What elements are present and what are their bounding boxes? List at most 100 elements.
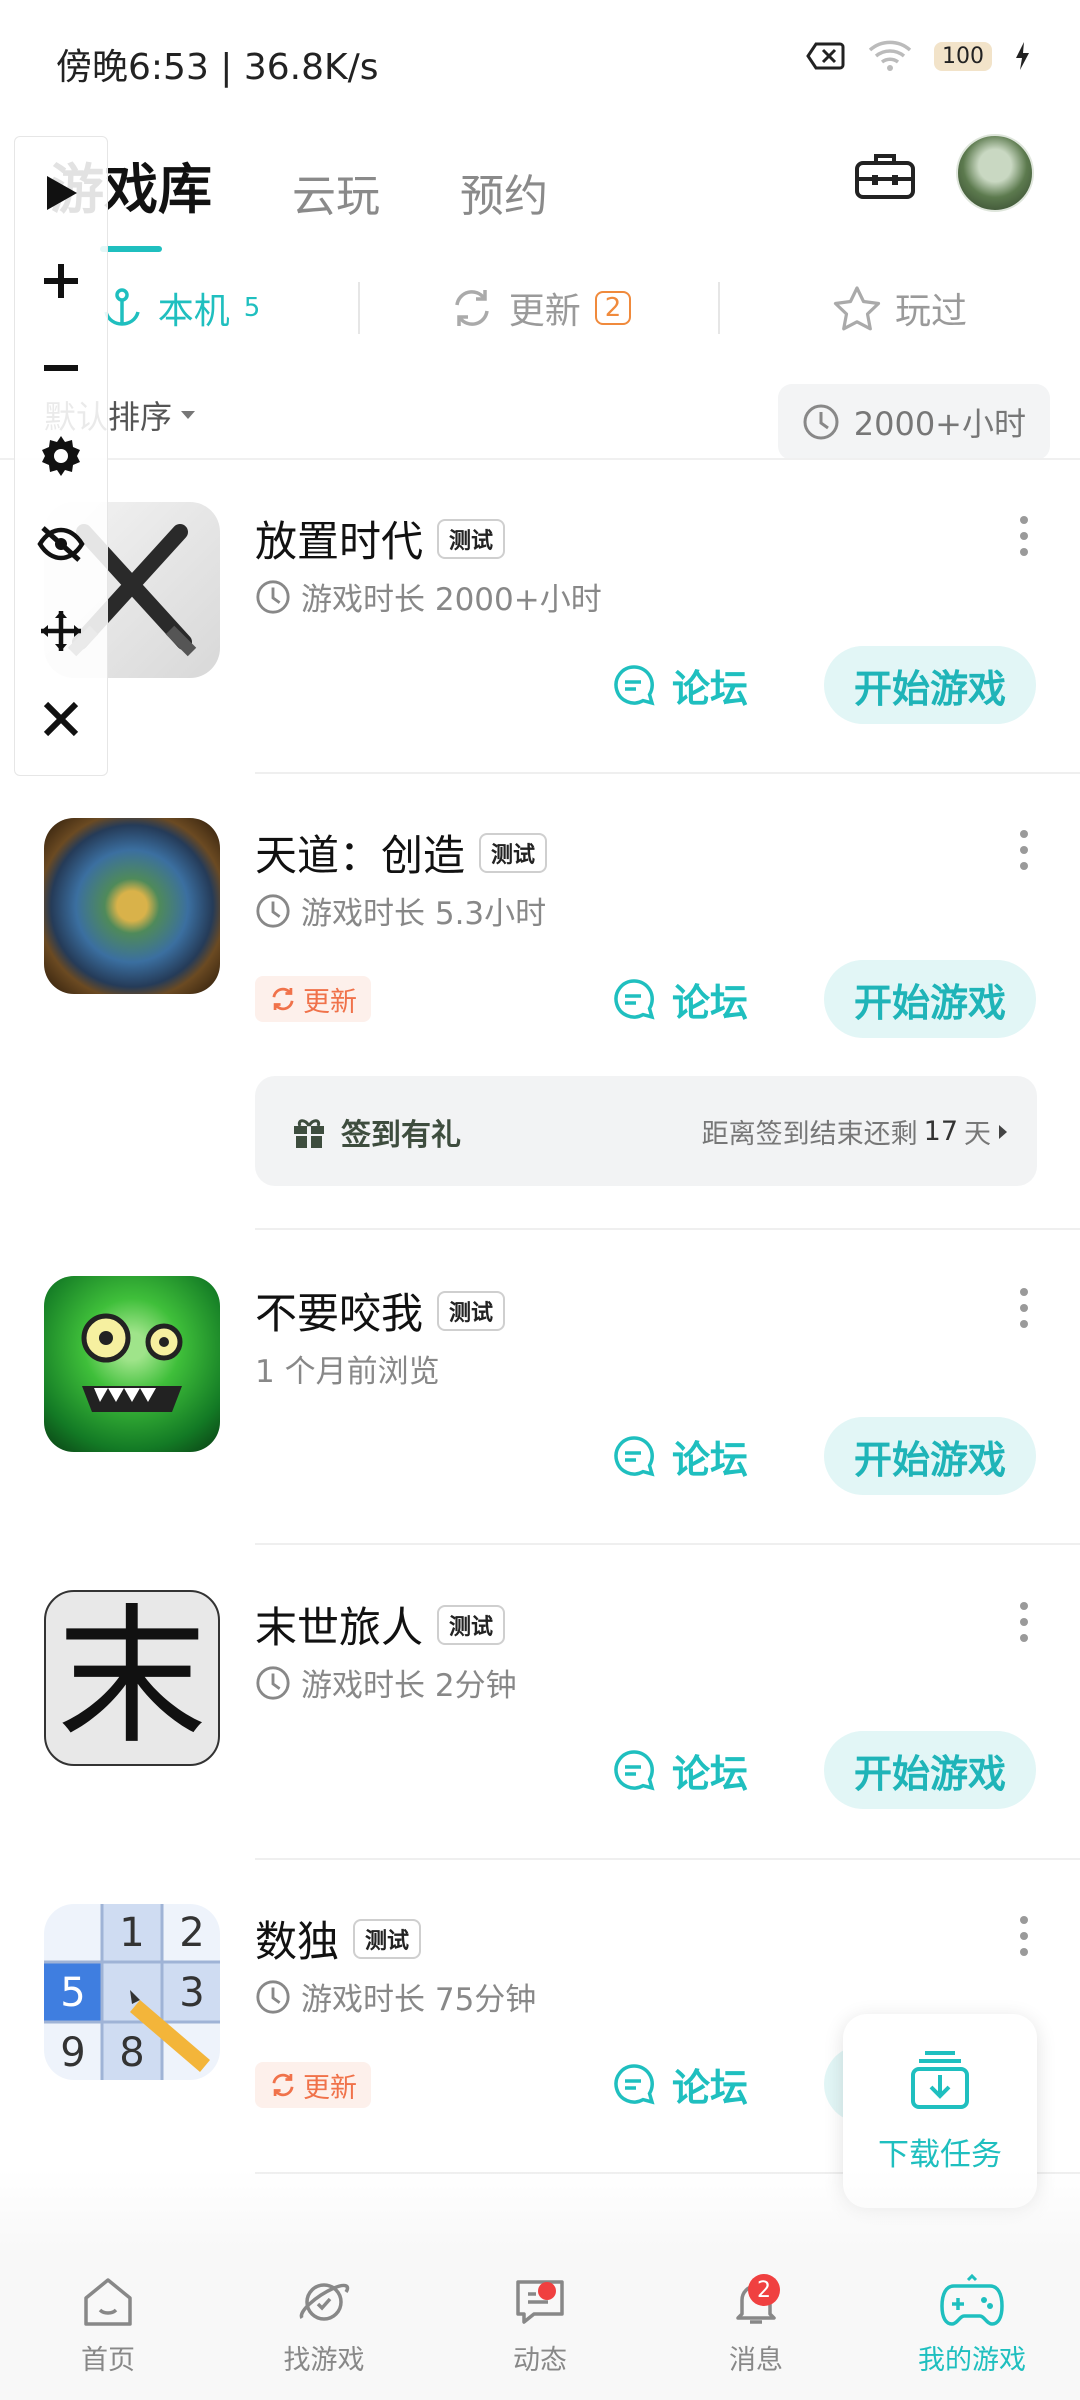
game-icon-buyaoyaowo[interactable] [44, 1276, 220, 1452]
sudoku-digit: 8 [119, 2030, 144, 2076]
sudoku-digit: 2 [179, 1910, 204, 1956]
battery-indicator: 100 [934, 41, 992, 71]
start-game-button[interactable]: 开始游戏 [824, 1731, 1036, 1809]
tab-reservation[interactable]: 预约 [460, 160, 548, 240]
divider [255, 1858, 1080, 1860]
test-tag: 测试 [437, 1604, 506, 1645]
game-name: 放置时代 [255, 517, 424, 566]
zoom-in-button[interactable] [33, 253, 89, 309]
divider [0, 458, 1080, 460]
status-time: 傍晚6:53 | 36.8K/s [56, 47, 379, 88]
gear-icon [42, 435, 80, 476]
game-meta: 游戏时长 2000+小时 [255, 574, 602, 619]
forum-button[interactable]: 论坛 [612, 969, 748, 1029]
update-tag[interactable]: 更新 [255, 2062, 371, 2108]
play-button[interactable] [33, 165, 89, 221]
signin-label-group: 签到有礼 [291, 1110, 461, 1154]
game-icon-tiandao[interactable] [44, 818, 220, 994]
refresh-icon [272, 2073, 294, 2097]
subtab-update[interactable]: 更新 2 [360, 282, 720, 334]
bottom-fade [0, 2170, 1080, 2250]
update-label: 更新 [303, 986, 357, 1018]
update-tag[interactable]: 更新 [255, 976, 371, 1022]
game-meta: 游戏时长 75分钟 [255, 1974, 536, 2019]
signin-label: 签到有礼 [341, 1118, 461, 1153]
sudoku-digit: 3 [179, 1970, 204, 2016]
floating-control-bar [14, 136, 108, 776]
status-icons: 100 [806, 40, 1030, 72]
chevron-right-icon [999, 1124, 1007, 1139]
notification-dot [538, 2282, 556, 2300]
refresh-icon [454, 290, 489, 326]
forum-label: 论坛 [672, 980, 749, 1025]
forum-label: 论坛 [672, 2065, 749, 2110]
monster-face-icon [81, 1313, 183, 1412]
playtime-filter[interactable]: 2000+小时 [777, 384, 1050, 460]
divider [718, 282, 720, 334]
nav-find-games[interactable]: 找游戏 [216, 2250, 432, 2400]
start-game-button[interactable]: 开始游戏 [824, 646, 1036, 724]
forum-button[interactable]: 论坛 [612, 1426, 748, 1486]
game-icon-moshi[interactable]: 末 [44, 1590, 220, 1766]
move-icon [41, 611, 81, 652]
play-duration: 游戏时长 75分钟 [301, 1982, 537, 2018]
subtab-update-label: 更新 [508, 291, 581, 332]
user-avatar[interactable] [956, 134, 1034, 212]
game-meta: 游戏时长 2分钟 [255, 1660, 517, 1705]
nav-label: 首页 [81, 2344, 135, 2376]
more-options-button[interactable] [1014, 820, 1034, 880]
more-options-button[interactable] [1014, 1906, 1034, 1966]
nav-messages[interactable]: 2 消息 [648, 2250, 864, 2400]
toolbox-icon [855, 154, 915, 199]
divider [358, 282, 360, 334]
settings-button[interactable] [33, 428, 89, 484]
subtab-local-count: 5 [243, 293, 261, 323]
forum-button[interactable]: 论坛 [612, 1740, 748, 1800]
tab-cloud-play[interactable]: 云玩 [292, 160, 380, 240]
game-icon-sudoku[interactable]: 1 2 5 3 9 8 [44, 1904, 220, 2080]
wifi-icon [868, 40, 912, 71]
divider [255, 1543, 1080, 1545]
move-button[interactable] [33, 603, 89, 659]
test-tag: 测试 [353, 1918, 422, 1959]
nav-activity[interactable]: 动态 [432, 2250, 648, 2400]
game-name: 天道：创造 [255, 831, 466, 880]
test-tag: 测试 [437, 518, 506, 559]
more-options-button[interactable] [1014, 506, 1034, 566]
top-tabs: 游戏库 云玩 预约 [50, 130, 548, 252]
game-title: 不要咬我 测试 [255, 1280, 506, 1341]
download-tasks-label: 下载任务 [878, 2136, 1002, 2173]
forum-button[interactable]: 论坛 [612, 655, 748, 715]
play-duration: 游戏时长 2分钟 [301, 1668, 517, 1704]
hide-button[interactable] [33, 516, 89, 572]
planet-icon [299, 2282, 350, 2321]
toolbox-button[interactable] [852, 143, 918, 209]
subtab-played-label: 玩过 [894, 291, 967, 332]
close-icon [43, 701, 79, 737]
subtab-played[interactable]: 玩过 [720, 282, 1080, 334]
nav-label: 动态 [513, 2344, 567, 2376]
sudoku-digit: 9 [60, 2030, 85, 2076]
forum-icon [614, 979, 655, 1020]
game-name: 不要咬我 [255, 1289, 424, 1338]
clock-icon [256, 1665, 290, 1700]
more-options-button[interactable] [1014, 1592, 1034, 1652]
test-tag: 测试 [479, 832, 548, 873]
signin-card[interactable]: 签到有礼 距离签到结束还剩 17 天 [255, 1076, 1037, 1186]
forum-icon [614, 665, 655, 706]
nav-my-games[interactable]: 我的游戏 [864, 2250, 1080, 2400]
signin-countdown-prefix: 距离签到结束还剩 [701, 1119, 918, 1150]
divider [255, 772, 1080, 774]
close-button[interactable] [33, 691, 89, 747]
zoom-out-button[interactable] [33, 340, 89, 396]
caret-down-icon [181, 411, 196, 419]
start-game-button[interactable]: 开始游戏 [824, 960, 1036, 1038]
refresh-icon [272, 987, 294, 1011]
update-label: 更新 [303, 2072, 357, 2104]
more-options-button[interactable] [1014, 1278, 1034, 1338]
start-game-button[interactable]: 开始游戏 [824, 1417, 1036, 1495]
game-title: 末世旅人 测试 [255, 1594, 506, 1655]
forum-button[interactable]: 论坛 [612, 2054, 748, 2114]
nav-home[interactable]: 首页 [0, 2250, 216, 2400]
subtab-local-label: 本机 [157, 291, 230, 332]
